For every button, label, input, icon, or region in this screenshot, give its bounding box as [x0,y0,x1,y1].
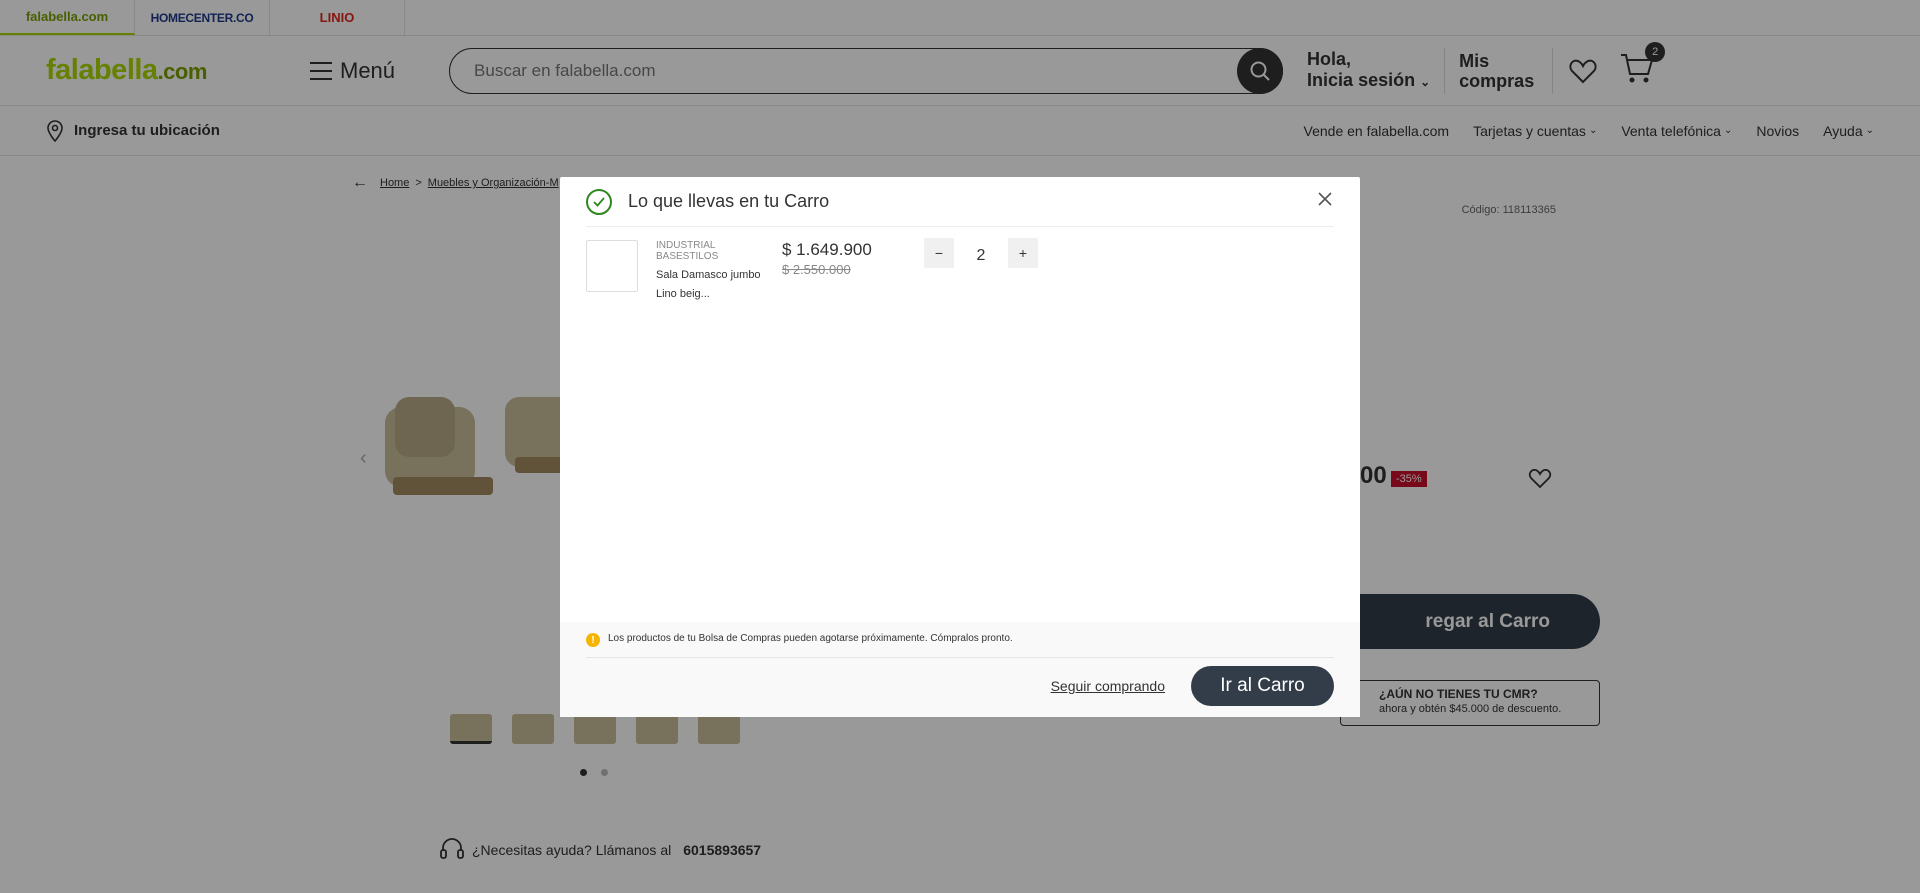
stock-warning-text: Los productos de tu Bolsa de Compras pue… [608,633,1013,644]
cart-item-prices: $ 1.649.900 $ 2.550.000 [782,240,912,304]
quantity-stepper: − 2 + [924,238,1038,304]
cart-item-brand: INDUSTRIAL BASESTILOS [656,240,719,262]
cart-item-price: $ 1.649.900 [782,240,872,259]
warning-icon: ! [586,633,600,647]
decrease-quantity-button[interactable]: − [924,238,954,268]
stock-warning: ! Los productos de tu Bolsa de Compras p… [586,633,1334,658]
continue-shopping-link[interactable]: Seguir comprando [1051,678,1165,694]
cart-item: INDUSTRIAL BASESTILOS Sala Damasco jumbo… [586,238,1038,304]
cart-item-name: Sala Damasco jumbo Lino beig... [656,269,761,300]
go-to-cart-button[interactable]: Ir al Carro [1191,666,1334,706]
modal-actions: Seguir comprando Ir al Carro [1051,666,1334,706]
close-button[interactable] [1318,192,1332,211]
quantity-value: 2 [976,247,986,264]
cart-item-info: INDUSTRIAL BASESTILOS Sala Damasco jumbo… [656,240,766,304]
close-icon [1318,192,1332,206]
cart-item-image [586,240,638,292]
cart-item-old-price: $ 2.550.000 [782,262,851,277]
modal-title: Lo que llevas en tu Carro [628,191,830,211]
increase-quantity-button[interactable]: + [1008,238,1038,268]
cart-modal: Lo que llevas en tu Carro INDUSTRIAL BAS… [560,177,1360,717]
modal-footer: ! Los productos de tu Bolsa de Compras p… [560,622,1360,717]
check-circle-icon [586,188,612,215]
modal-header: Lo que llevas en tu Carro [586,177,1334,227]
